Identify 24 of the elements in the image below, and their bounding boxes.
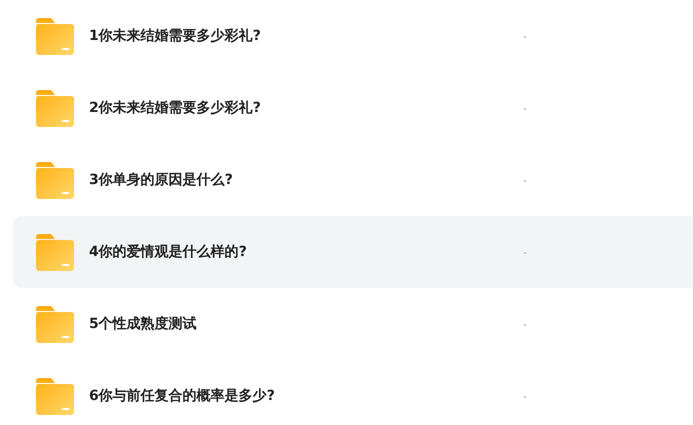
detail-text: - [523, 390, 527, 402]
folder-icon [36, 162, 74, 198]
folder-row[interactable]: 1你未来结婚需要多少彩礼? - [13, 0, 693, 72]
folder-name: 1你未来结婚需要多少彩礼? [89, 27, 262, 45]
folder-icon [36, 306, 74, 342]
detail-text: - [523, 30, 527, 42]
folder-icon [36, 18, 74, 54]
folder-icon [36, 90, 74, 126]
folder-row[interactable]: 4你的爱情观是什么样的? - [13, 216, 693, 288]
folder-icon [36, 234, 74, 270]
detail-text: - [523, 318, 527, 330]
detail-text: - [523, 246, 527, 258]
folder-name: 4你的爱情观是什么样的? [89, 243, 248, 261]
folder-name: 5个性成熟度测试 [89, 315, 198, 333]
folder-icon [36, 378, 74, 414]
folder-name: 6你与前任复合的概率是多少? [89, 387, 276, 405]
detail-text: - [523, 102, 527, 114]
folder-name: 2你未来结婚需要多少彩礼? [89, 99, 262, 117]
folder-row[interactable]: 3你单身的原因是什么? - [13, 144, 693, 216]
folder-row[interactable]: 2你未来结婚需要多少彩礼? - [13, 72, 693, 144]
folder-row[interactable]: 6你与前任复合的概率是多少? - [13, 360, 693, 425]
folder-row[interactable]: 5个性成熟度测试 - [13, 288, 693, 360]
folder-name: 3你单身的原因是什么? [89, 171, 234, 189]
detail-text: - [523, 174, 527, 186]
